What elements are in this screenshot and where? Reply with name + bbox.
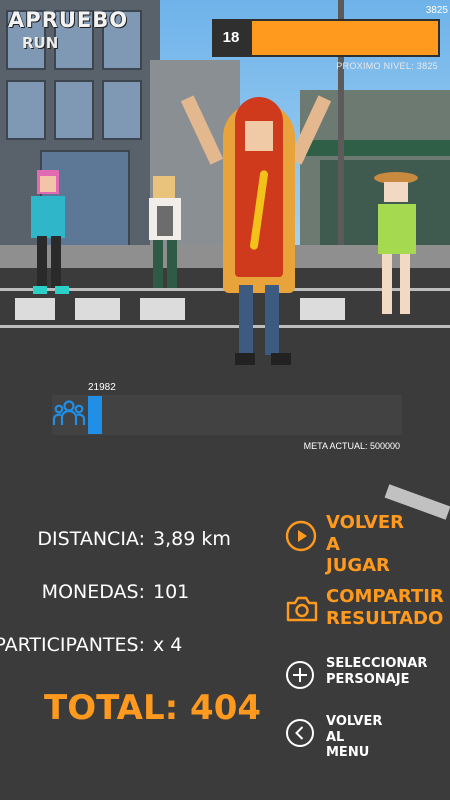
distance-label: DISTANCIA:: [37, 528, 145, 550]
play-circle-icon: [285, 520, 317, 552]
level-max-value: 3825: [425, 5, 448, 16]
goal-target-label: META ACTUAL: 500000: [303, 441, 400, 451]
select-character-label: SELECCIONAR PERSONAJE: [326, 656, 428, 687]
goal-progress-bar: [52, 395, 402, 435]
stat-distance: DISTANCIA: 3,89 km: [0, 528, 250, 554]
goal-track: [88, 396, 400, 434]
share-result-label: COMPARTIR RESULTADO: [326, 586, 444, 629]
stat-participants: PARTICIPANTES: x 4: [0, 634, 250, 660]
stat-coins: MONEDAS: 101: [0, 581, 250, 607]
goal-fill: [88, 396, 102, 434]
next-level-label: PROXIMO NIVEL: 3825: [336, 61, 438, 71]
road-line: [0, 325, 450, 328]
camera-icon: [286, 596, 318, 622]
participants-value: x 4: [153, 634, 183, 656]
participants-label: PARTICIPANTES:: [0, 634, 145, 656]
game-logo: APRUEBO RUN: [8, 8, 128, 52]
coins-label: MONEDAS:: [41, 581, 145, 603]
logo-subtitle: RUN: [22, 34, 59, 52]
coins-value: 101: [153, 581, 190, 603]
crosswalk-stripe: [15, 298, 55, 320]
crosswalk-stripe: [300, 298, 345, 320]
shop-awning: [305, 140, 450, 156]
chevron-left-circle-icon: [286, 719, 314, 747]
distance-value: 3,89 km: [153, 528, 231, 550]
play-again-label: VOLVER A JUGAR: [326, 512, 404, 577]
goal-current-value: 21982: [88, 382, 116, 393]
level-fill: [252, 21, 438, 55]
crosswalk-stripe: [75, 298, 120, 320]
back-to-menu-label: VOLVER AL MENU: [326, 714, 383, 761]
plus-circle-icon: [286, 661, 314, 689]
level-number: 18: [222, 29, 240, 46]
group-people-icon: [52, 400, 86, 425]
level-track: [252, 21, 438, 55]
total-score: TOTAL: 404: [44, 688, 262, 728]
logo-title: APRUEBO: [8, 8, 129, 32]
level-progress-bar: 18: [212, 19, 440, 57]
crosswalk-stripe: [140, 298, 185, 320]
